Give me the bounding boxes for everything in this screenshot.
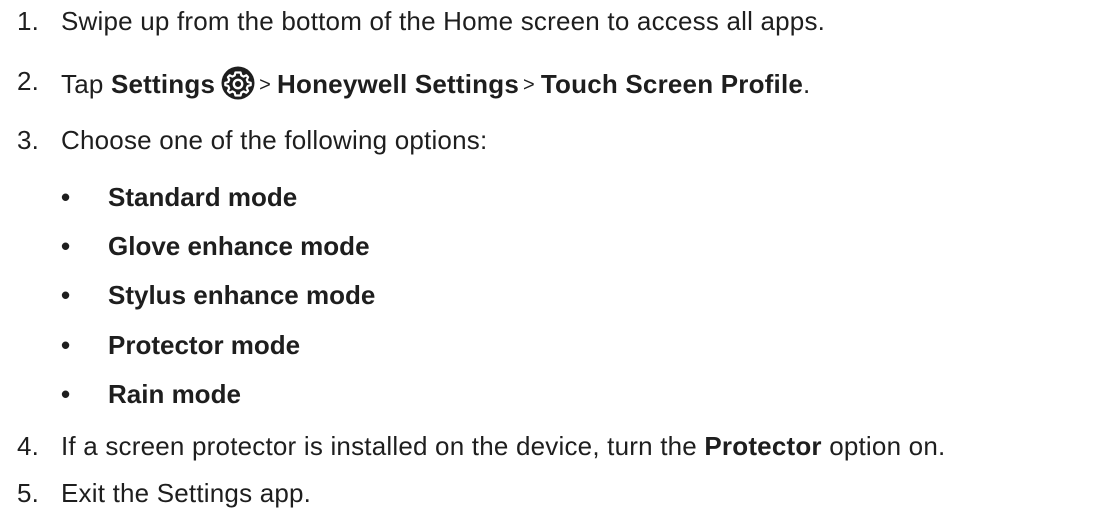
breadcrumb-separator: >	[523, 74, 535, 96]
settings-label: Settings	[110, 69, 216, 99]
breadcrumb-separator: >	[259, 74, 272, 96]
option-label: Protector mode	[108, 330, 301, 360]
bullet: •	[61, 379, 71, 409]
procedure-steps: 1. Swipe up from the bottom of the Home …	[0, 0, 1105, 514]
step-suffix: .	[803, 69, 811, 99]
bullet: •	[61, 330, 71, 360]
option-label: Stylus enhance mode	[108, 280, 376, 310]
step-text: Swipe up from the bottom of the Home scr…	[61, 6, 826, 36]
bullet: •	[61, 182, 71, 212]
option-label: Glove enhance mode	[108, 231, 370, 261]
step-number: 2.	[17, 66, 40, 96]
protector-label: Protector	[704, 431, 822, 461]
step-text-before: If a screen protector is installed on th…	[61, 431, 705, 461]
step-text: If a screen protector is installed on th…	[61, 431, 945, 461]
gear-icon	[221, 66, 255, 100]
touch-screen-profile-label: Touch Screen Profile	[540, 69, 804, 99]
step-text: Tap Settings > Honeywell Settings > Touch S…	[61, 66, 810, 102]
step-text-after: option on.	[821, 431, 946, 461]
option-label: Standard mode	[108, 182, 298, 212]
step-number: 3.	[17, 125, 40, 155]
step-number: 1.	[17, 6, 40, 36]
step-number: 4.	[17, 431, 40, 461]
step-text: Exit the Settings app.	[61, 478, 312, 508]
bullet: •	[61, 231, 71, 261]
honeywell-settings-label: Honeywell Settings	[277, 69, 519, 99]
step-number: 5.	[17, 478, 40, 508]
bullet: •	[61, 280, 71, 310]
option-label: Rain mode	[108, 379, 241, 409]
step-prefix: Tap	[61, 69, 111, 99]
step-text: Choose one of the following options:	[61, 125, 488, 155]
